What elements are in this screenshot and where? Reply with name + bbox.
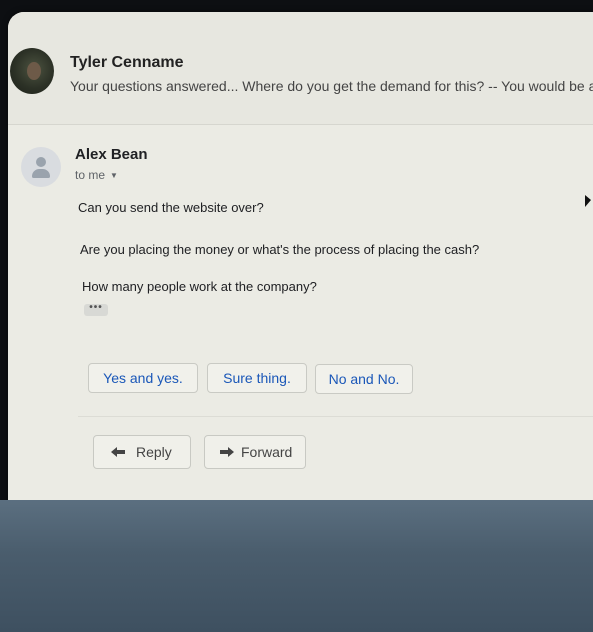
avatar-face <box>27 62 41 80</box>
email-view: Tyler Cenname Your questions answered...… <box>8 12 593 520</box>
thread-divider <box>8 124 593 125</box>
message-body-line: Can you send the website over? <box>78 200 264 215</box>
recipient-text: to me <box>75 168 106 182</box>
forward-label: Forward <box>241 444 293 460</box>
collapsed-snippet: Your questions answered... Where do you … <box>70 78 593 94</box>
smart-reply-button[interactable]: Yes and yes. <box>88 363 198 393</box>
reply-arrow-icon <box>110 436 126 480</box>
collapsed-sender-name: Tyler Cenname <box>70 54 184 71</box>
recipient-details-toggle[interactable]: to me ▼ <box>75 168 118 182</box>
sender-name: Alex Bean <box>75 146 148 163</box>
forward-arrow-icon <box>219 436 235 480</box>
smart-reply-button[interactable]: Sure thing. <box>207 363 307 393</box>
forward-button[interactable]: Forward <box>204 435 306 469</box>
reply-button[interactable]: Reply <box>93 435 191 469</box>
mouse-cursor-icon <box>585 195 591 207</box>
reply-label: Reply <box>136 444 172 460</box>
message-body-line: How many people work at the company? <box>82 279 317 294</box>
message-body-line: Are you placing the money or what's the … <box>80 242 480 257</box>
caret-down-icon: ▼ <box>110 171 118 180</box>
collapsed-message[interactable]: Tyler Cenname Your questions answered...… <box>8 12 593 124</box>
desktop-background <box>0 500 593 632</box>
sender-avatar-photo <box>10 48 54 94</box>
actions-divider <box>78 416 593 417</box>
avatar-body <box>32 169 50 178</box>
person-icon <box>21 147 61 187</box>
smart-reply-button[interactable]: No and No. <box>315 364 413 394</box>
avatar-head <box>36 157 46 167</box>
show-trimmed-content-button[interactable]: ••• <box>84 303 108 316</box>
